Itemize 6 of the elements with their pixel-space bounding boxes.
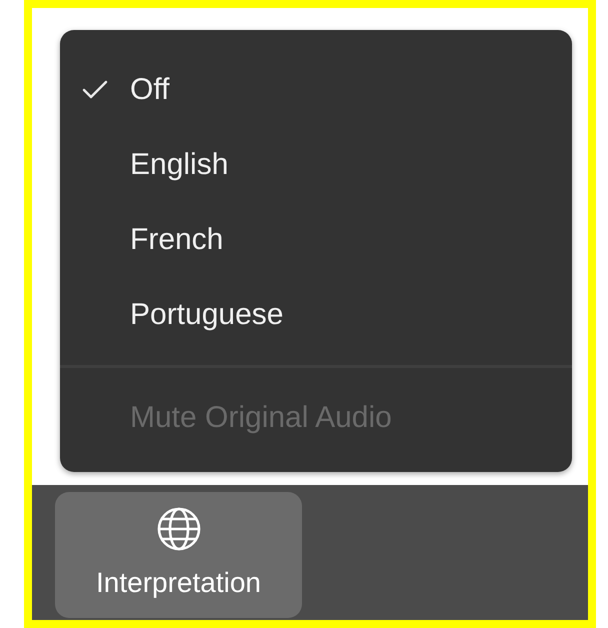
- menu-item[interactable]: English: [60, 127, 572, 202]
- interpretation-button[interactable]: Interpretation: [55, 492, 302, 618]
- menu-item[interactable]: Off: [60, 52, 572, 127]
- menu-item[interactable]: Portuguese: [60, 277, 572, 352]
- globe-icon: [156, 506, 202, 552]
- menu-item[interactable]: French: [60, 202, 572, 277]
